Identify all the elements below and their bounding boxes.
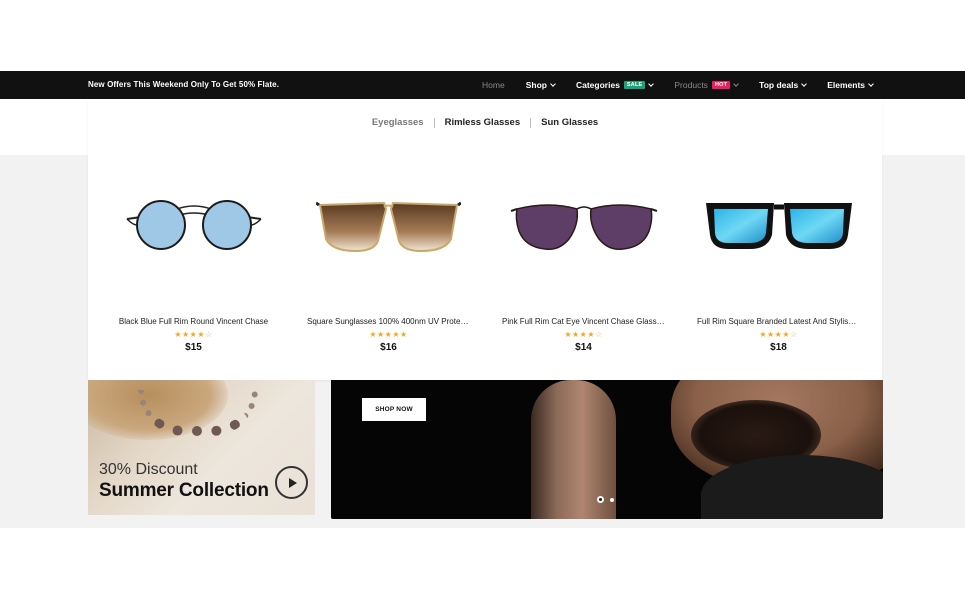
product-card[interactable]: Black Blue Full Rim Round Vincent Chase … <box>96 159 291 353</box>
nav-item-top-deals[interactable]: Top deals <box>759 80 808 90</box>
square-brown-sunglasses-image[interactable] <box>291 159 486 291</box>
main-nav: Home Shop Categories SALE Products HOT T… <box>461 71 874 99</box>
tab-rimless-glasses[interactable]: Rimless Glasses <box>445 117 521 128</box>
nav-item-products[interactable]: Products HOT <box>674 80 739 90</box>
banner-discount-text: 30% Discount <box>99 461 198 478</box>
chevron-down-icon <box>733 80 739 87</box>
star-rating: ★★★★☆ <box>564 330 603 339</box>
hot-badge: HOT <box>711 81 731 89</box>
hero-slider-banner: SHOP NOW <box>331 380 883 519</box>
star-rating: ★★★★☆ <box>759 330 798 339</box>
shop-now-button[interactable]: SHOP NOW <box>362 398 426 421</box>
nav-item-home[interactable]: Home <box>482 80 505 90</box>
products-mega-menu: Eyeglasses Rimless Glasses Sun Glasses B… <box>88 99 882 380</box>
product-card[interactable]: Pink Full Rim Cat Eye Vincent Chase Glas… <box>486 159 681 353</box>
product-list: Black Blue Full Rim Round Vincent Chase … <box>96 159 876 353</box>
product-name[interactable]: Black Blue Full Rim Round Vincent Chase <box>96 317 291 326</box>
product-name[interactable]: Pink Full Rim Cat Eye Vincent Chase Glas… <box>486 317 681 326</box>
play-icon <box>288 477 297 488</box>
nav-item-label: Top deals <box>759 80 799 90</box>
product-price: $14 <box>575 342 592 353</box>
chevron-down-icon <box>801 80 808 87</box>
product-price: $16 <box>380 342 397 353</box>
blue-mirror-wayfarer-sunglasses-image[interactable] <box>681 159 876 291</box>
tab-sun-glasses[interactable]: Sun Glasses <box>541 117 598 128</box>
top-navigation-bar: New Offers This Weekend Only To Get 50% … <box>0 71 965 99</box>
nav-item-label: Categories <box>575 80 620 90</box>
slider-dot[interactable] <box>610 497 614 502</box>
promo-text: New Offers This Weekend Only To Get 50% … <box>88 80 280 89</box>
nav-item-categories[interactable]: Categories SALE <box>575 80 655 90</box>
product-price: $18 <box>770 342 787 353</box>
chevron-down-icon <box>868 80 874 87</box>
chevron-down-icon <box>550 80 556 87</box>
product-price: $15 <box>185 342 202 353</box>
nav-item-label: Products <box>674 80 708 90</box>
play-video-button[interactable] <box>275 466 308 499</box>
nav-item-label: Shop <box>525 80 547 90</box>
page: New Offers This Weekend Only To Get 50% … <box>0 0 965 600</box>
banner-title: Summer Collection <box>99 480 269 501</box>
tab-divider <box>530 117 532 128</box>
slider-pagination <box>597 496 620 503</box>
sale-badge: SALE <box>623 81 646 89</box>
nav-item-elements[interactable]: Elements <box>827 80 874 90</box>
tab-eyeglasses[interactable]: Eyeglasses <box>372 117 424 128</box>
slider-dot-active[interactable] <box>597 496 604 503</box>
category-tabs: Eyeglasses Rimless Glasses Sun Glasses <box>88 117 882 128</box>
purple-cat-eye-sunglasses-image[interactable] <box>486 159 681 291</box>
product-card[interactable]: Full Rim Square Branded Latest And Styli… <box>681 159 876 353</box>
nav-item-shop[interactable]: Shop <box>525 80 556 90</box>
product-card[interactable]: Square Sunglasses 100% 400nm UV Protecti… <box>291 159 486 353</box>
round-blue-sunglasses-image[interactable] <box>96 159 291 291</box>
star-rating: ★★★★☆ <box>174 330 213 339</box>
chevron-down-icon <box>648 80 655 87</box>
product-name[interactable]: Full Rim Square Branded Latest And Styli… <box>681 317 876 326</box>
nav-item-label: Home <box>482 80 505 90</box>
product-name[interactable]: Square Sunglasses 100% 400nm UV Protecti… <box>291 317 486 326</box>
tab-divider <box>433 117 435 128</box>
summer-collection-banner[interactable]: 30% Discount Summer Collection <box>88 380 315 515</box>
nav-item-label: Elements <box>827 80 865 90</box>
star-rating: ★★★★★ <box>369 330 408 339</box>
